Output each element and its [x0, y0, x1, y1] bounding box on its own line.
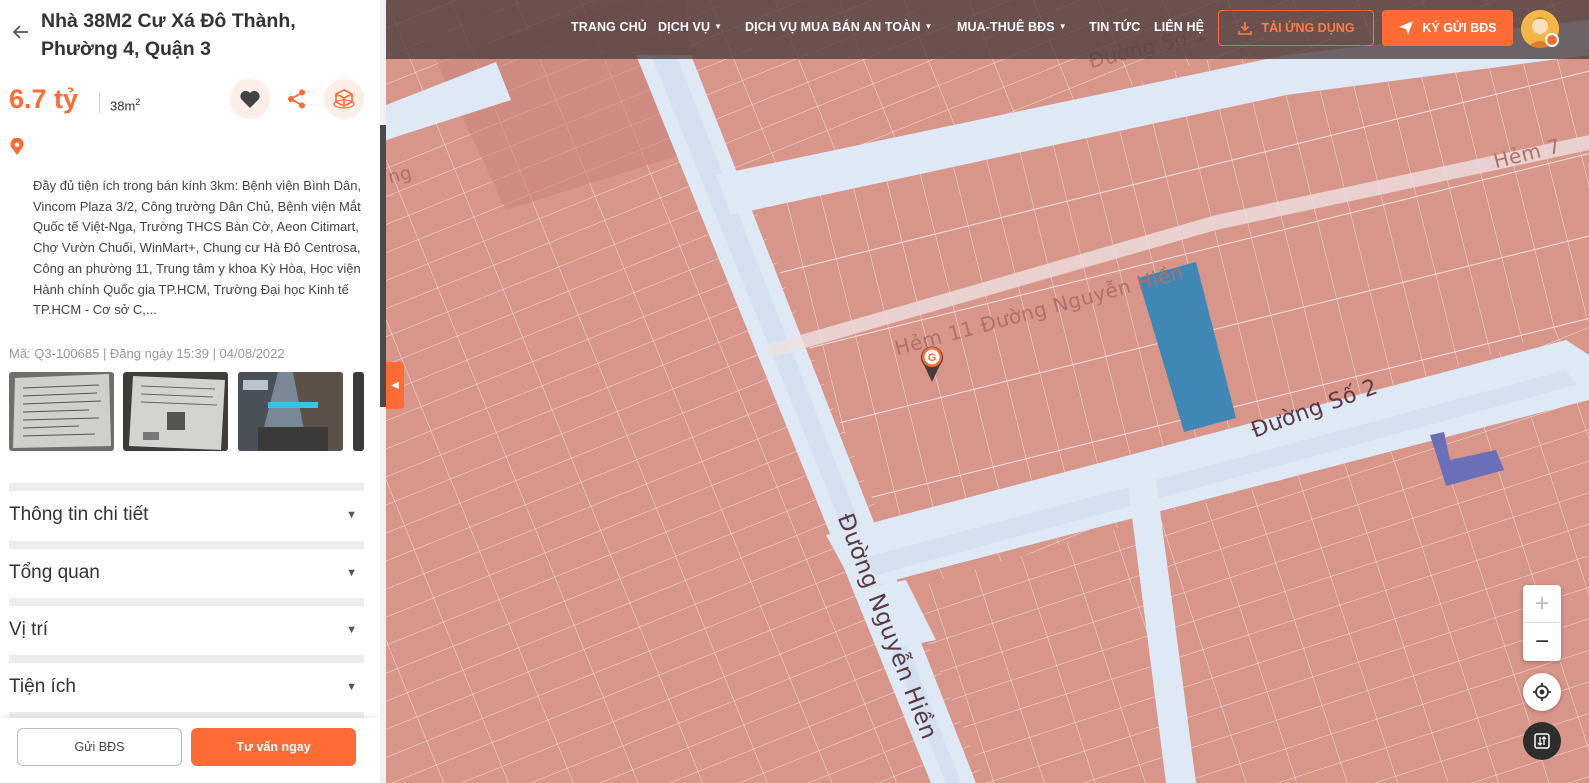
paper-plane-icon [1399, 21, 1414, 35]
favorite-button[interactable] [230, 79, 270, 119]
action-bar: Gửi BĐS Tư vấn ngay [0, 718, 380, 783]
crosshair-icon [1533, 683, 1551, 701]
property-pin-icon[interactable]: G [920, 345, 944, 383]
nav-buy-rent[interactable]: MUA-THUÊ BĐS ▼ [957, 20, 1067, 34]
caret-down-icon: ▼ [346, 567, 357, 579]
gallery-photo-document-2[interactable] [123, 372, 228, 451]
section-label: Vị trí [9, 619, 49, 640]
caret-down-icon: ▼ [346, 509, 357, 521]
consult-now-button[interactable]: Tư vấn ngay [191, 728, 356, 766]
nav-home[interactable]: TRANG CHỦ [571, 20, 647, 34]
section-label: Thông tin chi tiết [9, 504, 149, 525]
section-label: Tổng quan [9, 562, 100, 583]
section-divider [9, 655, 364, 663]
download-icon [1238, 22, 1253, 35]
nav-safe-trade[interactable]: DỊCH VỤ MUA BÁN AN TOÀN ▼ [745, 20, 932, 34]
zoom-out-button[interactable]: − [1523, 623, 1561, 661]
layer-toggle-icon [1534, 733, 1550, 749]
section-details[interactable]: Thông tin chi tiết ▼ [9, 483, 364, 526]
settings-badge-icon [1545, 33, 1559, 47]
gallery-photo-partial[interactable] [353, 372, 364, 451]
share-button[interactable] [277, 79, 317, 119]
listing-sidebar: Nhà 38M2 Cư Xá Đô Thành, Phường 4, Quận … [0, 0, 386, 783]
caret-down-icon: ▼ [714, 22, 723, 31]
listing-area: 38m2 [110, 97, 141, 114]
nav-news[interactable]: TIN TỨC [1089, 20, 1140, 34]
zoom-control: + − [1523, 585, 1561, 661]
section-divider [9, 598, 364, 606]
zoom-in-button[interactable]: + [1523, 585, 1561, 623]
caret-down-icon: ▼ [924, 22, 933, 31]
arrow-left-icon[interactable] [11, 22, 31, 42]
map-canvas[interactable] [386, 0, 1589, 783]
map-pin-icon [10, 138, 24, 155]
gallery-photo-street[interactable] [238, 372, 343, 451]
layer-toggle-button[interactable] [1523, 722, 1561, 760]
cube-3d-icon [333, 89, 355, 109]
section-amenities[interactable]: Tiện ích ▼ [9, 655, 364, 698]
collapse-sidebar-button[interactable]: ◀ [386, 362, 404, 409]
section-label: Tiện ích [9, 676, 76, 697]
send-property-button[interactable]: Gửi BĐS [17, 728, 182, 766]
svg-text:G: G [928, 352, 937, 364]
post-property-button[interactable]: KÝ GỬI BĐS [1382, 10, 1513, 46]
section-divider [9, 541, 364, 549]
listing-price: 6.7 tỷ [9, 84, 79, 114]
section-divider [9, 483, 364, 491]
nav-services[interactable]: DỊCH VỤ ▼ [658, 20, 722, 34]
listing-meta: Mã: Q3-100685 | Đăng ngày 15:39 | 04/08/… [9, 346, 285, 361]
top-navigation-bar: TRANG CHỦ DỊCH VỤ ▼ DỊCH VỤ MUA BÁN AN TO… [386, 0, 1589, 59]
divider [99, 93, 100, 113]
section-location[interactable]: Vị trí ▼ [9, 598, 364, 641]
nav-contact[interactable]: LIÊN HỆ [1154, 20, 1204, 34]
download-app-button[interactable]: TẢI ỨNG DỤNG [1218, 10, 1374, 46]
map-view[interactable]: Đường Nguyễn Hiền Đường Số 2 Hẻm 11 Đườn… [386, 0, 1589, 783]
view-3d-button[interactable] [324, 79, 364, 119]
locate-me-button[interactable] [1523, 673, 1561, 711]
caret-down-icon: ▼ [1058, 22, 1067, 31]
gallery-photo-document-1[interactable] [9, 372, 114, 451]
listing-title: Nhà 38M2 Cư Xá Đô Thành, Phường 4, Quận … [41, 10, 296, 60]
listing-description: Đầy đủ tiện ích trong bán kính 3km: Bệnh… [33, 178, 362, 318]
section-overview[interactable]: Tổng quan ▼ [9, 541, 364, 584]
heart-icon [240, 90, 260, 108]
caret-down-icon: ▼ [346, 624, 357, 636]
share-icon [288, 89, 305, 109]
caret-down-icon: ▼ [346, 681, 357, 693]
photo-gallery[interactable] [9, 372, 364, 451]
